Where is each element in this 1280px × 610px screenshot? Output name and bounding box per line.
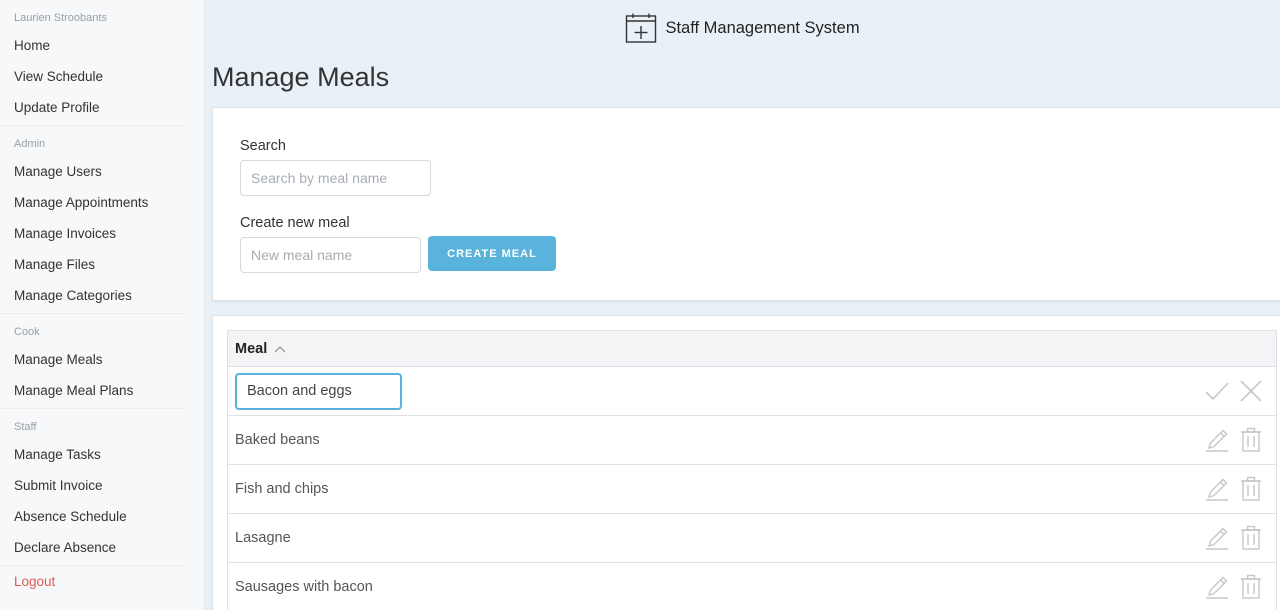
top-bar: Staff Management System [205,0,1280,56]
row-actions [1204,416,1264,464]
create-meal-button[interactable]: CREATE MEAL [428,236,556,271]
column-header-meal[interactable]: Meal [235,341,267,357]
table-row: Sausages with bacon [228,563,1276,610]
sidebar-item-manage-users[interactable]: Manage Users [0,156,204,187]
meal-table-card: Meal Baked beans [212,315,1280,610]
sidebar-item-manage-meal-plans[interactable]: Manage Meal Plans [0,375,204,406]
trash-delete-icon[interactable] [1238,476,1264,502]
sidebar-item-absence-schedule[interactable]: Absence Schedule [0,501,204,532]
sidebar-item-manage-invoices[interactable]: Manage Invoices [0,218,204,249]
confirm-check-icon[interactable] [1204,378,1230,404]
meal-form-card: Search Create new meal CREATE MEAL [212,107,1280,301]
row-actions [1204,367,1264,415]
search-label: Search [240,138,286,154]
sidebar-section-staff: Staff [14,421,37,433]
table-row: Fish and chips [228,465,1276,514]
sidebar-item-submit-invoice[interactable]: Submit Invoice [0,470,204,501]
meal-table: Meal Baked beans [227,330,1277,610]
row-actions [1204,514,1264,562]
row-actions [1204,465,1264,513]
pencil-edit-icon[interactable] [1204,476,1230,502]
calendar-plus-icon [626,13,657,43]
sidebar-item-manage-tasks[interactable]: Manage Tasks [0,439,204,470]
page-title: Manage Meals [212,62,390,92]
sidebar-section-admin: Admin [14,138,46,150]
new-meal-name-input[interactable] [240,237,421,273]
sidebar: Laurien Stroobants Home View Schedule Up… [0,0,205,610]
sidebar-section-cook: Cook [14,326,40,338]
sidebar-user-name: Laurien Stroobants [14,12,107,24]
trash-delete-icon[interactable] [1238,427,1264,453]
meal-name: Lasagne [235,530,291,546]
sidebar-item-manage-files[interactable]: Manage Files [0,249,204,280]
table-row: Baked beans [228,416,1276,465]
sidebar-item-declare-absence[interactable]: Declare Absence [0,532,204,563]
table-row-editing [228,367,1276,416]
create-meal-label: Create new meal [240,215,350,231]
sidebar-item-view-schedule[interactable]: View Schedule [0,61,204,92]
app-title: Staff Management System [665,18,860,37]
row-actions [1204,563,1264,610]
sort-ascending-icon[interactable] [273,342,287,356]
table-row: Lasagne [228,514,1276,563]
pencil-edit-icon[interactable] [1204,427,1230,453]
pencil-edit-icon[interactable] [1204,574,1230,600]
trash-delete-icon[interactable] [1238,574,1264,600]
meal-name: Sausages with bacon [235,579,373,595]
search-input[interactable] [240,160,431,196]
pencil-edit-icon[interactable] [1204,525,1230,551]
trash-delete-icon[interactable] [1238,525,1264,551]
sidebar-item-logout[interactable]: Logout [0,566,204,597]
table-header[interactable]: Meal [228,331,1276,367]
meal-name: Fish and chips [235,481,329,497]
sidebar-item-manage-categories[interactable]: Manage Categories [0,280,204,311]
meal-edit-input[interactable] [235,372,402,410]
sidebar-item-home[interactable]: Home [0,30,204,61]
cancel-close-icon[interactable] [1238,378,1264,404]
sidebar-item-manage-appointments[interactable]: Manage Appointments [0,187,204,218]
sidebar-item-update-profile[interactable]: Update Profile [0,92,204,123]
sidebar-item-manage-meals[interactable]: Manage Meals [0,344,204,375]
meal-name: Baked beans [235,432,320,448]
